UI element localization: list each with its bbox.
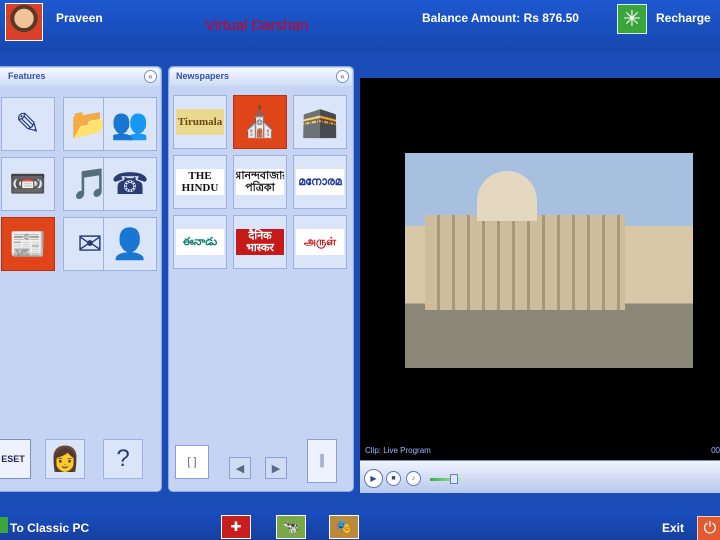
mute-button[interactable]: ♪ [406,471,421,486]
newspaper-tile-manorama[interactable]: മനോരമ [293,155,347,209]
contacts-icon: 👤 [111,227,149,261]
tamil-daily-logo: அருள் [296,229,344,255]
bottom-bar: To Classic PC ✚ 🐄 🎭 Exit ⏻ [0,510,720,540]
classic-pc-icon[interactable] [0,517,8,533]
dainik-bhaskar-logo: दैनिक भास्कर [236,229,284,255]
feature-tile-chat[interactable]: 👥 [103,97,157,151]
feature-tile-contacts[interactable]: 👤 [103,217,157,271]
video-viewer[interactable]: Clip: Live Program 00 [360,78,720,490]
prev-page-button[interactable]: ◀ [229,457,251,479]
feature-tile-phone[interactable]: ☎ [103,157,157,211]
app-title: Virtual Darshan [205,17,309,34]
feature-tile-editor[interactable]: ✎ [1,97,55,151]
recharge-button[interactable]: Recharge [656,11,711,25]
presenter-photo-icon[interactable]: 👩 [45,439,85,479]
next-page-button[interactable]: ▶ [265,457,287,479]
basilica-dome [477,171,537,221]
play-button[interactable]: ▶ [364,469,383,488]
recharge-icon[interactable]: ✳ [617,4,647,34]
manorama-logo: മനോരമ [296,169,344,195]
help-icon[interactable]: ? [103,439,143,479]
newspaper-tile-dainik-bhaskar[interactable]: दैनिक भास्कर [233,215,287,269]
zoom-slider[interactable]: ║ [307,439,337,483]
classic-pc-button[interactable]: To Classic PC [10,521,89,535]
features-collapse-button[interactable]: « [144,70,157,83]
features-panel-header: Features « [0,68,160,86]
clip-label: Clip: Live Program [365,446,431,455]
eenadu-logo: ఈనాడు [176,229,224,255]
newspaper-icon: 📰 [9,227,47,261]
newspaper-tile-the-hindu[interactable]: THE HINDU [173,155,227,209]
exit-button[interactable]: Exit [662,521,684,535]
the-hindu-logo: THE HINDU [176,169,224,195]
newspaper-tile-anandabazar[interactable]: আনন্দবাজার পত্রিকা [233,155,287,209]
volume-thumb[interactable] [450,474,458,484]
newspapers-collapse-button[interactable]: « [336,70,349,83]
newspapers-panel-header: Newspapers « [170,68,352,86]
feature-tile-newspapers[interactable]: 📰 [1,217,55,271]
anandabazar-logo: আনন্দবাজার পত্রিকা [236,169,284,195]
newspaper-tile-tamil-daily[interactable]: அருள் [293,215,347,269]
newspaper-tile-mecca[interactable]: 🕋 [293,95,347,149]
mosque-icon: 🕋 [301,105,339,139]
editor-icon: ✎ [15,107,41,141]
balance-amount: Balance Amount: Rs 876.50 [422,11,579,25]
telephone-icon: ☎ [111,167,149,201]
newspapers-panel: Newspapers « Tirumala ⛪ 🕋 THE HINDU আনন্… [168,66,354,492]
chat-icon: 👥 [111,107,149,141]
reset-button[interactable]: ESET [0,439,31,479]
user-name: Praveen [56,11,103,25]
media-player-bar: ▶ ■ ♪ [360,460,720,493]
power-icon[interactable]: ⏻ [697,516,720,540]
stop-button[interactable]: ■ [386,471,401,486]
newspaper-tile-vatican[interactable]: ⛪ [233,95,287,149]
tirumala-logo: Tirumala [176,109,224,135]
dock-cattle-icon[interactable]: 🐄 [276,515,306,539]
dock-art-icon[interactable]: 🎭 [329,515,359,539]
clip-time: 00 [711,446,720,455]
top-bar: Praveen Virtual Darshan Balance Amount: … [0,0,720,52]
page-frame-button[interactable]: [ ] [175,445,209,479]
newspaper-tile-tirumala[interactable]: Tirumala [173,95,227,149]
user-avatar[interactable] [5,3,43,41]
dock-red-cross-icon[interactable]: ✚ [221,515,251,539]
feature-tile-video[interactable]: 📼 [1,157,55,211]
features-panel: Features « ✎ 📂 👥 📼 🎵 ☎ 📰 ✉ 👤 ESET 👩 ? [0,66,162,492]
basilica-icon: ⛪ [241,105,279,139]
newspaper-tile-eenadu[interactable]: ఈనాడు [173,215,227,269]
newspapers-panel-title: Newspapers [176,71,230,81]
features-panel-title: Features [8,71,46,81]
basilica-facade [425,215,625,310]
vcr-icon: 📼 [9,167,47,201]
live-video-frame [405,153,693,368]
